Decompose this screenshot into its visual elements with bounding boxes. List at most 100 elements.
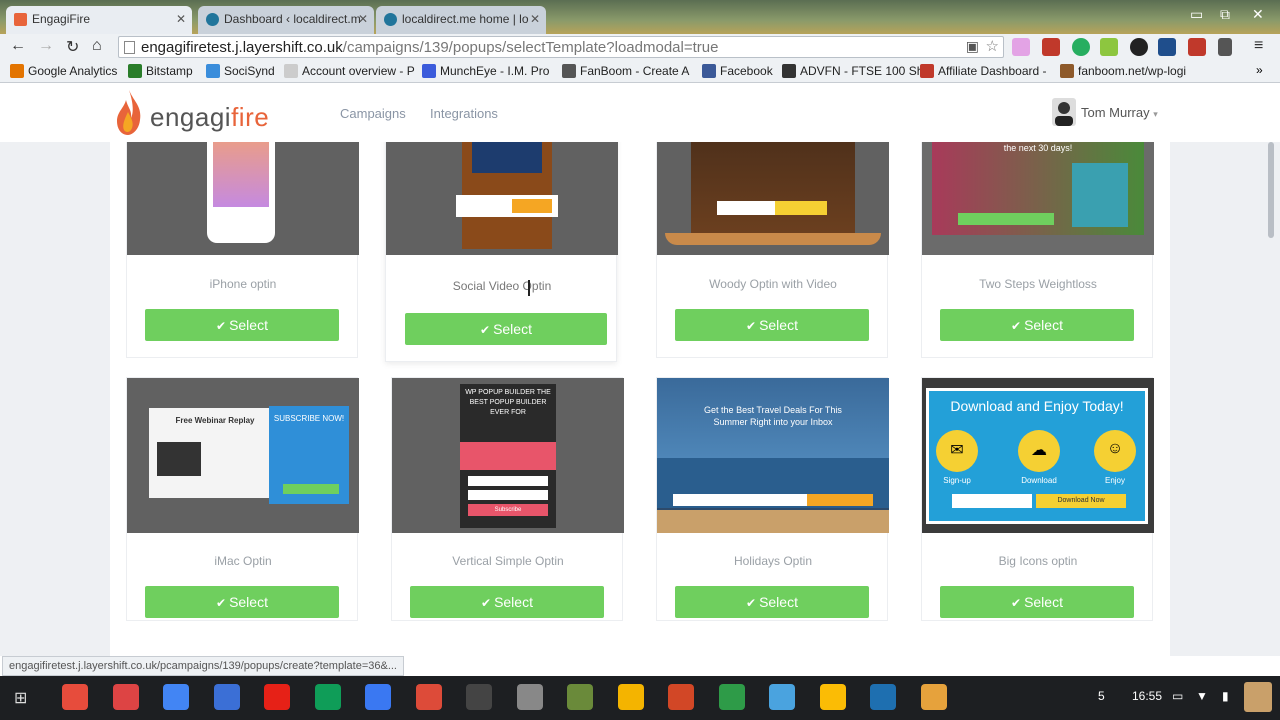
close-icon[interactable]: ✕ xyxy=(358,12,368,26)
bookmark-item[interactable]: MunchEye - I.M. Pro xyxy=(422,64,549,78)
browser-tab-strip: EngagiFire ✕ Dashboard ‹ localdirect.m ✕… xyxy=(0,0,1280,34)
tab-label: EngagiFire xyxy=(32,12,91,26)
template-card[interactable]: Woody Optin with Video ✔ Select xyxy=(656,142,889,358)
tab-localdirect[interactable]: localdirect.me home | lo ✕ xyxy=(376,6,546,34)
gmail-icon[interactable] xyxy=(112,684,139,710)
hangouts-icon[interactable] xyxy=(1072,38,1090,56)
wifi-icon[interactable]: ▼ xyxy=(1196,689,1208,703)
keep-icon[interactable] xyxy=(617,684,644,710)
back-icon[interactable]: ← xyxy=(10,37,26,55)
google-search-icon[interactable] xyxy=(163,684,189,710)
bookmark-item[interactable]: FanBoom - Create A xyxy=(562,64,689,78)
smiley-icon: ☺ xyxy=(1094,430,1136,472)
bookmark-item[interactable]: Bitstamp xyxy=(128,64,193,78)
lucidchart-icon[interactable] xyxy=(567,684,593,710)
template-card[interactable]: Free Webinar Replay SUBSCRIBE NOW! iMac … xyxy=(126,377,359,621)
extension-icon[interactable] xyxy=(1012,38,1030,56)
step-label: Download xyxy=(1021,476,1057,485)
restore-icon[interactable]: ⧉ xyxy=(1220,6,1230,23)
hangouts-icon[interactable] xyxy=(314,684,341,710)
check-icon: ✔ xyxy=(216,319,227,333)
screenshot-icon[interactable]: ▣ xyxy=(966,38,979,55)
youtube-icon[interactable] xyxy=(264,684,290,710)
template-card[interactable]: Social Video Optin ✔ Select xyxy=(385,142,618,362)
select-button[interactable]: ✔ Select xyxy=(405,313,607,345)
status-link: engagifiretest.j.layershift.co.uk/pcampa… xyxy=(2,656,404,676)
chrome-icon[interactable] xyxy=(62,684,88,710)
tab-engagifire[interactable]: EngagiFire ✕ xyxy=(6,6,192,34)
close-icon[interactable]: ✕ xyxy=(176,12,186,26)
close-icon[interactable]: ✕ xyxy=(530,12,540,26)
bookmarks-bar: Google Analytics Bitstamp SociSynd Account … xyxy=(0,60,1280,83)
template-card[interactable]: the next 30 days! Two Steps Weightloss ✔… xyxy=(921,142,1154,358)
select-label: Select xyxy=(1024,317,1063,333)
clock[interactable]: 16:55 xyxy=(1132,689,1162,703)
circle-extension-icon[interactable] xyxy=(1130,38,1148,56)
select-button[interactable]: ✔ Select xyxy=(145,586,339,618)
select-button[interactable]: ✔ Select xyxy=(410,586,604,618)
template-card[interactable]: Download and Enjoy Today! ✉ ☁ ☺ Sign-up … xyxy=(921,377,1154,621)
trello-icon[interactable] xyxy=(870,684,896,710)
more-bookmarks-icon[interactable]: » xyxy=(1256,63,1263,77)
app-logo[interactable]: engagifire xyxy=(150,102,269,133)
close-window-icon[interactable]: ✕ xyxy=(1252,6,1264,23)
bookmark-item[interactable]: Facebook xyxy=(702,64,773,78)
avatar[interactable] xyxy=(1052,98,1076,126)
check-icon: ✔ xyxy=(746,319,757,333)
step-label: Sign-up xyxy=(943,476,971,485)
select-button[interactable]: ✔ Select xyxy=(145,309,339,341)
slides-icon[interactable] xyxy=(920,684,947,710)
screen-icon[interactable]: ▭ xyxy=(1172,689,1183,703)
sheets-icon[interactable] xyxy=(718,684,745,710)
eyedropper-icon[interactable] xyxy=(1042,38,1060,56)
mail-icon: ✉ xyxy=(936,430,978,472)
select-button[interactable]: ✔ Select xyxy=(675,586,869,618)
address-bar[interactable]: engagifiretest.j.layershift.co.uk/campai… xyxy=(118,36,1004,58)
battery-icon[interactable]: ▮ xyxy=(1222,689,1229,703)
bookmark-item[interactable]: ADVFN - FTSE 100 Sh xyxy=(782,64,923,78)
bookmark-item[interactable]: fanboom.net/wp-logi xyxy=(1060,64,1186,78)
url-host: engagifiretest.j.layershift.co.uk xyxy=(141,39,343,56)
red-extension-icon[interactable] xyxy=(1188,38,1206,56)
reload-icon[interactable]: ↻ xyxy=(66,37,79,57)
nav-campaigns[interactable]: Campaigns xyxy=(340,106,406,121)
app-launcher-icon[interactable]: ⊞ xyxy=(14,688,27,708)
bookmark-item[interactable]: Account overview - P xyxy=(284,64,415,78)
google-plus-icon[interactable] xyxy=(415,684,442,710)
n-extension-icon[interactable] xyxy=(1158,38,1176,56)
menu-icon[interactable]: ≡ xyxy=(1254,37,1263,55)
calendar-icon[interactable] xyxy=(213,684,240,710)
office-icon[interactable] xyxy=(668,684,694,710)
amazon-icon[interactable] xyxy=(769,684,795,710)
minimize-icon[interactable]: ▭ xyxy=(1190,6,1203,23)
nav-integrations[interactable]: Integrations xyxy=(430,106,498,121)
bookmark-item[interactable]: Google Analytics xyxy=(10,64,117,78)
select-button[interactable]: ✔ Select xyxy=(675,309,869,341)
forward-icon[interactable]: → xyxy=(38,37,54,55)
template-title: Big Icons optin xyxy=(998,554,1078,568)
thumb-subscribe: SUBSCRIBE NOW! xyxy=(273,414,345,423)
app-icon[interactable] xyxy=(466,684,492,710)
select-button[interactable]: ✔ Select xyxy=(940,309,1134,341)
drive-icon[interactable] xyxy=(819,684,846,710)
select-button[interactable]: ✔ Select xyxy=(940,586,1134,618)
bookmark-item[interactable]: SociSynd xyxy=(206,64,275,78)
docs-icon[interactable] xyxy=(365,684,391,710)
signal-extension-icon[interactable] xyxy=(1218,38,1232,56)
notification-badge[interactable]: 5 xyxy=(1098,689,1105,703)
user-menu[interactable]: Tom Murray ▾ xyxy=(1081,105,1158,120)
contacts-icon[interactable] xyxy=(516,684,543,710)
star-icon[interactable]: ☆ xyxy=(986,37,999,55)
avatar[interactable] xyxy=(1244,682,1272,712)
home-icon[interactable]: ⌂ xyxy=(92,37,102,55)
template-card[interactable]: WP POPUP BUILDER THE BEST POPUP BUILDER … xyxy=(391,377,624,621)
template-thumbnail xyxy=(127,142,359,255)
bookmark-item[interactable]: Affiliate Dashboard - xyxy=(920,64,1047,78)
template-card[interactable]: iPhone optin ✔ Select xyxy=(126,142,359,358)
gear-extension-icon[interactable] xyxy=(1100,38,1118,56)
template-card[interactable]: Get the Best Travel Deals For This Summe… xyxy=(656,377,889,621)
tab-dashboard[interactable]: Dashboard ‹ localdirect.m ✕ xyxy=(198,6,374,34)
flame-logo-icon xyxy=(117,90,141,135)
scrollbar[interactable] xyxy=(1268,142,1274,238)
template-thumbnail: WP POPUP BUILDER THE BEST POPUP BUILDER … xyxy=(392,378,624,533)
